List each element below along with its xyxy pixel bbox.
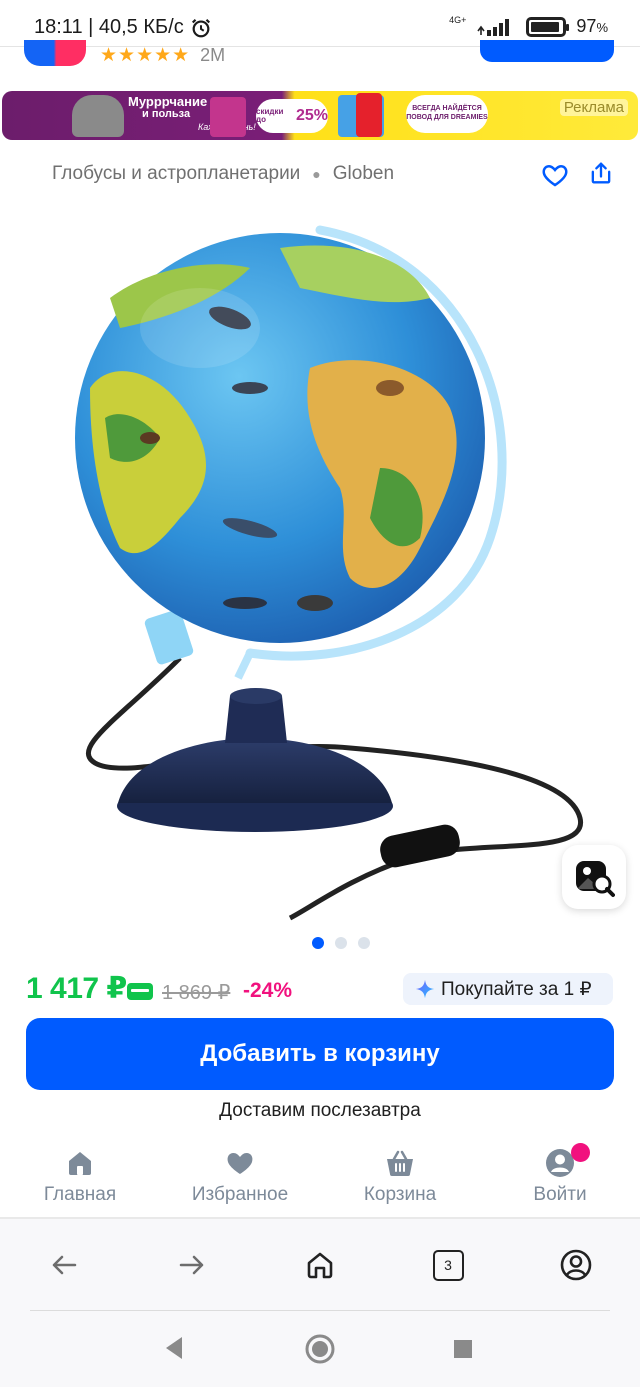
- status-time-speed: 18:11 | 40,5 КБ/с: [34, 16, 184, 38]
- card-payment-icon: [127, 983, 153, 1000]
- home-outline-icon: [307, 1252, 333, 1279]
- heart-icon: [227, 1153, 253, 1174]
- nav-item-favorites[interactable]: Избранное: [170, 1148, 310, 1206]
- system-back-icon[interactable]: [162, 1335, 186, 1361]
- battery-icon: [526, 16, 570, 37]
- tab-count: 3: [432, 1249, 464, 1281]
- forward-button[interactable]: [172, 1245, 212, 1285]
- old-price: 1 869 ₽: [162, 982, 231, 1004]
- share-icon[interactable]: [587, 158, 615, 188]
- current-price: 1 417 ₽: [26, 972, 127, 1005]
- product-image-globe[interactable]: [50, 218, 590, 923]
- ad-badge-value: 25%: [295, 107, 328, 124]
- basket-icon: [387, 1150, 413, 1176]
- carousel-dot[interactable]: [335, 937, 347, 949]
- delivery-day: послезавтра: [310, 1100, 421, 1121]
- open-app-button[interactable]: [480, 40, 614, 62]
- browser-toolbar: 3: [0, 1219, 640, 1311]
- carousel-dot[interactable]: [358, 937, 370, 949]
- app-bottom-nav: Главная Избранное Корзина Войти: [0, 1140, 640, 1218]
- promo-text: Покупайте за 1 ₽: [441, 978, 592, 1000]
- photo-search-icon: [576, 861, 615, 897]
- nav-label-cart: Корзина: [363, 1184, 437, 1205]
- signal-icon: [477, 18, 510, 36]
- ad-banner[interactable]: Мурррчание и польза Каждый день! скидки …: [2, 91, 638, 140]
- nav-label-home: Главная: [43, 1184, 117, 1205]
- rating-count: 2M: [200, 45, 226, 65]
- breadcrumb-category[interactable]: Глобусы и астропланетарии: [52, 163, 300, 185]
- favorite-heart-icon[interactable]: [540, 160, 570, 190]
- breadcrumb-separator: ●: [312, 166, 321, 182]
- add-to-cart-button[interactable]: Добавить в корзину: [26, 1018, 614, 1090]
- nav-item-home[interactable]: Главная: [10, 1148, 150, 1206]
- ad-headline: Мурррчание: [128, 94, 208, 109]
- account-icon: [560, 1249, 592, 1281]
- alarm-icon: [191, 18, 210, 37]
- status-left: 18:11 | 40,5 КБ/с: [34, 16, 212, 39]
- breadcrumb-brand[interactable]: Globen: [333, 163, 394, 185]
- sparkle-icon: [415, 979, 435, 999]
- status-right: 4G+ 97%: [449, 16, 608, 37]
- arrow-right-icon: [179, 1255, 204, 1275]
- ad-cloud-text: ВСЕГДА НАЙДЁТСЯ ПОВОД ДЛЯ DREAMIES: [406, 95, 488, 133]
- rating-stars: ★★★★★: [100, 45, 191, 66]
- arrow-left-icon: [52, 1255, 77, 1275]
- carousel-indicator: [312, 937, 370, 949]
- promo-chip[interactable]: Покупайте за 1 ₽: [403, 973, 613, 1005]
- app-rating: ★★★★★ 2M: [100, 44, 225, 67]
- notification-dot: [571, 1143, 590, 1162]
- browser-home-button[interactable]: [300, 1245, 340, 1285]
- ad-subline: и польза: [142, 108, 191, 120]
- nav-label-login: Войти: [533, 1184, 587, 1205]
- network-type: 4G+: [449, 15, 467, 25]
- discount-percent: -24%: [243, 979, 293, 1002]
- nav-item-login[interactable]: Войти: [490, 1148, 630, 1206]
- system-navigation-bar: [0, 1311, 640, 1387]
- nav-label-favorites: Избранное: [191, 1184, 289, 1205]
- visual-search-button[interactable]: [562, 845, 626, 909]
- system-recents-icon[interactable]: [453, 1339, 473, 1359]
- battery-percent: 97%: [576, 16, 608, 36]
- breadcrumb: Глобусы и астропланетарии ● Globen: [52, 163, 394, 185]
- ad-label: Реклама: [559, 99, 628, 116]
- profile-button[interactable]: [556, 1245, 596, 1285]
- ad-product-pack: [210, 97, 246, 137]
- ad-product-pack: [356, 93, 382, 137]
- ad-badge-prefix: скидки до: [256, 107, 284, 124]
- home-icon: [69, 1152, 91, 1175]
- tabs-button[interactable]: 3: [428, 1245, 468, 1285]
- system-home-icon[interactable]: [304, 1333, 336, 1365]
- back-button[interactable]: [44, 1245, 84, 1285]
- app-logo[interactable]: [24, 40, 86, 66]
- delivery-info: Доставим послезавтра: [0, 1100, 640, 1122]
- cat-image: [72, 95, 124, 137]
- carousel-dot[interactable]: [312, 937, 324, 949]
- nav-item-cart[interactable]: Корзина: [330, 1148, 470, 1206]
- ad-discount-badge: скидки до 25%: [256, 99, 328, 133]
- delivery-prefix: Доставим: [219, 1100, 306, 1121]
